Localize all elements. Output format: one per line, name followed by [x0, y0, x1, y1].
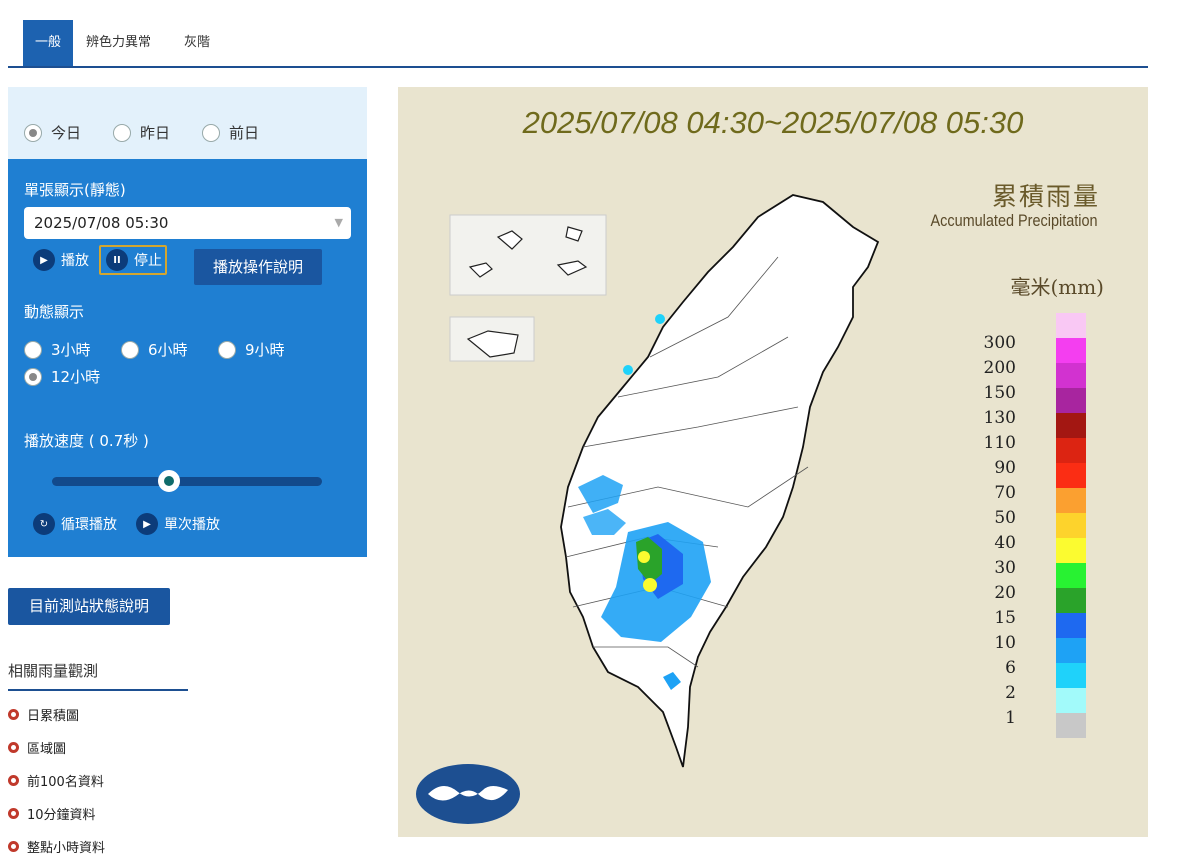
- radio-circle-icon: [24, 123, 42, 142]
- radio-circle-icon: [218, 340, 236, 359]
- legend-swatch: [1056, 663, 1086, 688]
- related-link-hourly[interactable]: 整點小時資料: [8, 837, 105, 856]
- tab-color-blind[interactable]: 辨色力異常: [86, 20, 151, 66]
- time-range-title: 2025/07/08 04:30~2025/07/08 05:30: [522, 105, 1024, 140]
- legend-label: 10: [994, 633, 1016, 653]
- radio-circle-icon: [121, 340, 139, 359]
- legend-swatch: [1056, 513, 1086, 538]
- legend-swatch: [1056, 388, 1086, 413]
- related-link-daily[interactable]: 日累積圖: [8, 705, 79, 724]
- speed-slider-track[interactable]: [52, 477, 322, 486]
- legend-swatch: [1056, 588, 1086, 613]
- legend-label: 110: [983, 433, 1016, 453]
- radio-yesterday[interactable]: 昨日: [113, 122, 170, 143]
- related-section-title: 相關雨量觀測: [8, 662, 99, 680]
- dynamic-display-label: 動態顯示: [24, 303, 85, 321]
- chevron-down-icon: ▼: [334, 216, 343, 229]
- display-mode-tabs: 一般 辨色力異常 灰階: [8, 20, 1148, 68]
- loop-play-button[interactable]: ↻ 循環播放: [33, 513, 117, 535]
- legend-swatch: [1056, 438, 1086, 463]
- play-button[interactable]: ▶ 播放: [33, 249, 89, 271]
- bullet-icon: [8, 808, 19, 819]
- legend-swatch: [1056, 338, 1086, 363]
- radio-today[interactable]: 今日: [24, 122, 81, 143]
- stop-button[interactable]: II 停止: [106, 249, 162, 271]
- playback-help-button[interactable]: 播放操作說明: [194, 249, 322, 285]
- bullet-icon: [8, 775, 19, 786]
- legend-swatch: [1056, 488, 1086, 513]
- legend-swatch: [1056, 713, 1086, 738]
- legend-label: 6: [1005, 658, 1016, 678]
- time-select[interactable]: 2025/07/08 05:30 ▼: [24, 207, 351, 239]
- radio-9-hours[interactable]: 9小時: [218, 339, 285, 360]
- bullet-icon: [8, 709, 19, 720]
- legend-label: 40: [994, 533, 1016, 553]
- bullet-icon: [8, 841, 19, 852]
- legend-swatch: [1056, 613, 1086, 638]
- legend-swatch: [1056, 363, 1086, 388]
- legend-swatch: [1056, 688, 1086, 713]
- pause-icon: II: [106, 249, 128, 271]
- rainfall-map: 2025/07/08 04:30~2025/07/08 05:30 累積雨量 A…: [398, 87, 1148, 837]
- radio-circle-icon: [24, 340, 42, 359]
- speed-slider-handle[interactable]: [158, 470, 180, 492]
- static-display-label: 單張顯示(靜態): [24, 181, 126, 199]
- radio-circle-icon: [113, 123, 131, 142]
- legend-swatch: [1056, 313, 1086, 338]
- radio-circle-icon: [202, 123, 220, 142]
- radio-3-hours[interactable]: 3小時: [24, 339, 91, 360]
- refresh-icon: ↻: [33, 513, 55, 535]
- related-link-10min[interactable]: 10分鐘資料: [8, 804, 96, 823]
- legend-label: 20: [994, 583, 1016, 603]
- legend-label: 30: [994, 558, 1016, 578]
- station-status-button[interactable]: 目前測站狀態說明: [8, 588, 170, 625]
- tab-general[interactable]: 一般: [23, 20, 74, 66]
- legend-swatch: [1056, 638, 1086, 663]
- legend-label: 300: [983, 333, 1016, 353]
- legend-swatch: [1056, 563, 1086, 588]
- legend-label: 70: [994, 483, 1016, 503]
- legend-label: 90: [994, 458, 1016, 478]
- radio-circle-icon: [24, 367, 42, 386]
- radio-day-before[interactable]: 前日: [202, 122, 259, 143]
- radio-12-hours[interactable]: 12小時: [24, 366, 100, 387]
- legend-label: 130: [983, 408, 1016, 428]
- legend-label: 15: [994, 608, 1016, 628]
- legend-swatch: [1056, 463, 1086, 488]
- map-title-en: Accumulated Precipitation: [930, 211, 1098, 230]
- legend-label: 150: [983, 383, 1016, 403]
- map-title-zh: 累積雨量: [991, 182, 1100, 211]
- playback-control-panel: 單張顯示(靜態) 2025/07/08 05:30 ▼ ▶ 播放 II 停止 播…: [8, 159, 367, 557]
- bullet-icon: [8, 742, 19, 753]
- legend-label: 2: [1005, 683, 1016, 703]
- divider: [8, 689, 188, 691]
- speed-label: 播放速度 ( 0.7秒 ): [24, 432, 149, 450]
- play-icon: ▶: [33, 249, 55, 271]
- related-link-top100[interactable]: 前100名資料: [8, 771, 104, 790]
- tab-grayscale[interactable]: 灰階: [184, 20, 210, 66]
- play-icon: ▶: [136, 513, 158, 535]
- related-link-region[interactable]: 區域圖: [8, 738, 66, 757]
- legend-label: 1: [1005, 708, 1016, 728]
- legend-unit: 毫米(mm): [1010, 275, 1104, 299]
- kinmen-matsu-inset: [449, 214, 607, 296]
- day-selector-panel: 今日 昨日 前日: [8, 87, 367, 159]
- legend-swatch: [1056, 538, 1086, 563]
- radio-6-hours[interactable]: 6小時: [121, 339, 188, 360]
- legend-label: 200: [983, 358, 1016, 378]
- legend-label: 50: [994, 508, 1016, 528]
- single-play-button[interactable]: ▶ 單次播放: [136, 513, 220, 535]
- legend-swatch: [1056, 413, 1086, 438]
